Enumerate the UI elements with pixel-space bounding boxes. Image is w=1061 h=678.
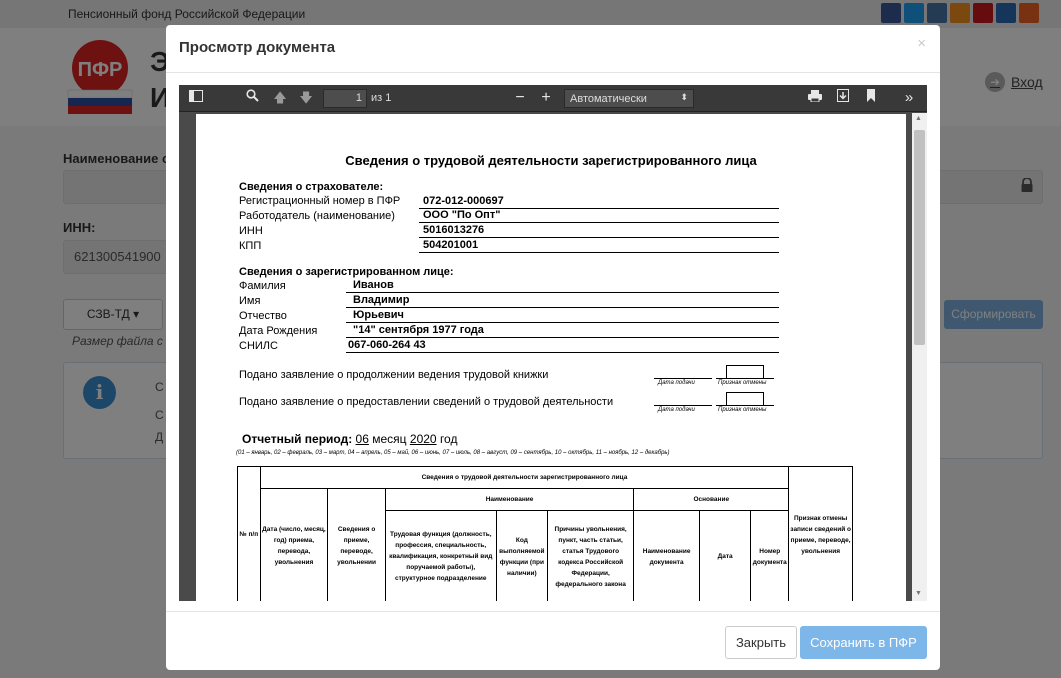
close-icon[interactable]: × xyxy=(917,35,926,52)
kpp-value: 504201001 xyxy=(423,239,479,251)
bookmark-icon[interactable] xyxy=(862,89,880,107)
work-history-table: № п/п Сведения о трудовой деятельности з… xyxy=(237,466,853,601)
employer-value: ООО "По Опт" xyxy=(423,209,501,221)
more-tools-icon[interactable]: » xyxy=(900,89,918,107)
zoom-select[interactable]: Автоматически ⬍ xyxy=(564,89,694,108)
birth-date-label: Дата Рождения xyxy=(239,325,318,337)
scroll-thumb[interactable] xyxy=(914,130,925,345)
document-preview-modal: Просмотр документа × 🡅 🡇 1 из 1 − + Авто… xyxy=(166,25,940,670)
scroll-up-icon[interactable]: ▲ xyxy=(915,115,922,122)
zoom-out-icon[interactable]: − xyxy=(511,89,529,107)
employer-label: Работодатель (наименование) xyxy=(239,210,395,222)
person-heading: Сведения о зарегистрированном лице: xyxy=(239,266,454,278)
document-title: Сведения о трудовой деятельности зарегис… xyxy=(345,153,757,168)
page-total: из 1 xyxy=(371,92,392,104)
statement-continue-book: Подано заявление о продолжении ведения т… xyxy=(239,369,549,381)
snils-value: 067-060-264 43 xyxy=(348,339,426,351)
statement-provide-info: Подано заявление о предоставлении сведен… xyxy=(239,396,614,408)
months-hint: (01 – январь, 02 – февраль, 03 – март, 0… xyxy=(236,450,670,456)
next-page-icon[interactable]: 🡇 xyxy=(297,89,315,107)
close-button[interactable]: Закрыть xyxy=(725,626,797,659)
pdf-viewer: 🡅 🡇 1 из 1 − + Автоматически ⬍ » Сведени… xyxy=(179,85,927,601)
divider xyxy=(166,611,940,612)
page-number-input[interactable]: 1 xyxy=(323,89,367,108)
first-name-label: Имя xyxy=(239,295,261,307)
previous-page-icon[interactable]: 🡅 xyxy=(271,89,289,107)
modal-title: Просмотр документа xyxy=(179,39,336,56)
patronymic-value: Юрьевич xyxy=(353,309,404,321)
reg-number-value: 072-012-000697 xyxy=(423,195,504,207)
surname-value: Иванов xyxy=(353,279,394,291)
snils-label: СНИЛС xyxy=(239,340,278,352)
cancel-box xyxy=(726,392,764,405)
divider xyxy=(166,72,940,73)
kpp-label: КПП xyxy=(239,240,262,252)
insurer-heading: Сведения о страхователе: xyxy=(239,181,384,193)
cancel-box xyxy=(726,365,764,378)
first-name-value: Владимир xyxy=(353,294,410,306)
insurer-inn-label: ИНН xyxy=(239,225,263,237)
birth-date-value: "14" сентября 1977 года xyxy=(353,324,484,336)
chevron-updown-icon: ⬍ xyxy=(680,92,688,102)
download-icon[interactable] xyxy=(834,89,852,107)
surname-label: Фамилия xyxy=(239,280,286,292)
zoom-in-icon[interactable]: + xyxy=(537,89,555,107)
reg-number-label: Регистрационный номер в ПФР xyxy=(239,195,401,207)
pdf-toolbar: 🡅 🡇 1 из 1 − + Автоматически ⬍ » xyxy=(179,85,927,112)
patronymic-label: Отчество xyxy=(239,310,287,322)
print-icon[interactable] xyxy=(806,89,824,107)
insurer-inn-value: 5016013276 xyxy=(423,224,485,236)
save-to-pfr-button[interactable]: Сохранить в ПФР xyxy=(800,626,927,659)
search-icon[interactable] xyxy=(243,89,261,107)
scroll-down-icon[interactable]: ▼ xyxy=(915,590,922,597)
pdf-scrollbar[interactable]: ▲ ▼ xyxy=(912,113,927,601)
reporting-period: Отчетный период: 06 месяц 2020 год xyxy=(242,432,458,446)
sidebar-toggle-icon[interactable] xyxy=(187,89,205,107)
pdf-page: Сведения о трудовой деятельности зарегис… xyxy=(196,114,906,601)
